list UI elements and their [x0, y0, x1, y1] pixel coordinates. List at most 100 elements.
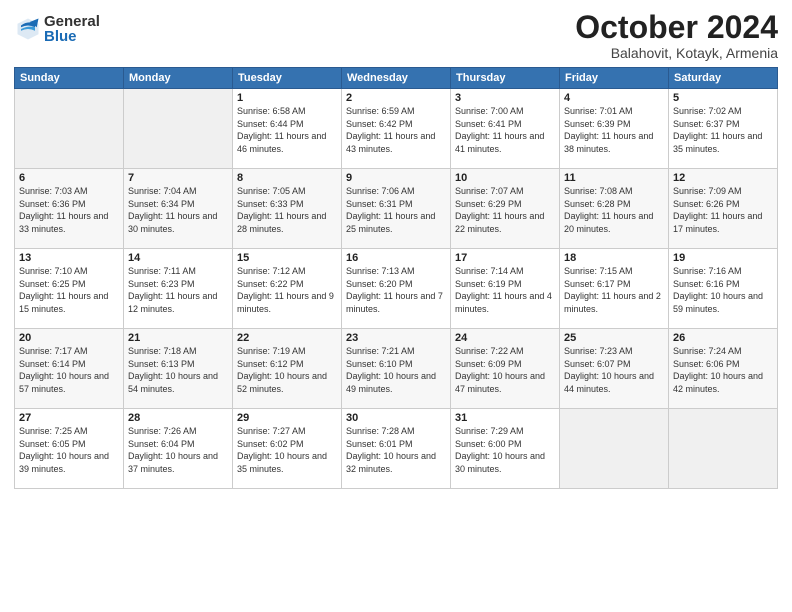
calendar-cell: 11Sunrise: 7:08 AMSunset: 6:28 PMDayligh… [560, 169, 669, 249]
day-detail: Sunrise: 7:10 AMSunset: 6:25 PMDaylight:… [19, 265, 119, 315]
day-number: 4 [564, 92, 664, 104]
day-detail: Sunrise: 7:21 AMSunset: 6:10 PMDaylight:… [346, 345, 446, 395]
weekday-header-tuesday: Tuesday [233, 68, 342, 89]
day-detail: Sunrise: 7:17 AMSunset: 6:14 PMDaylight:… [19, 345, 119, 395]
calendar-week-row: 13Sunrise: 7:10 AMSunset: 6:25 PMDayligh… [15, 249, 778, 329]
day-detail: Sunrise: 7:02 AMSunset: 6:37 PMDaylight:… [673, 105, 773, 155]
day-detail: Sunrise: 7:18 AMSunset: 6:13 PMDaylight:… [128, 345, 228, 395]
day-number: 1 [237, 92, 337, 104]
calendar-week-row: 27Sunrise: 7:25 AMSunset: 6:05 PMDayligh… [15, 409, 778, 489]
logo-icon [14, 15, 42, 43]
day-number: 5 [673, 92, 773, 104]
calendar-cell: 27Sunrise: 7:25 AMSunset: 6:05 PMDayligh… [15, 409, 124, 489]
logo: General Blue [14, 14, 100, 44]
day-number: 23 [346, 332, 446, 344]
calendar-cell: 30Sunrise: 7:28 AMSunset: 6:01 PMDayligh… [342, 409, 451, 489]
title-block: October 2024 Balahovit, Kotayk, Armenia [575, 10, 778, 61]
day-detail: Sunrise: 7:25 AMSunset: 6:05 PMDaylight:… [19, 425, 119, 475]
calendar-cell: 12Sunrise: 7:09 AMSunset: 6:26 PMDayligh… [669, 169, 778, 249]
calendar-cell: 15Sunrise: 7:12 AMSunset: 6:22 PMDayligh… [233, 249, 342, 329]
calendar-cell: 8Sunrise: 7:05 AMSunset: 6:33 PMDaylight… [233, 169, 342, 249]
day-number: 3 [455, 92, 555, 104]
day-number: 22 [237, 332, 337, 344]
calendar-cell: 1Sunrise: 6:58 AMSunset: 6:44 PMDaylight… [233, 89, 342, 169]
calendar-cell [669, 409, 778, 489]
location-subtitle: Balahovit, Kotayk, Armenia [575, 45, 778, 61]
day-number: 17 [455, 252, 555, 264]
day-number: 28 [128, 412, 228, 424]
calendar-cell: 16Sunrise: 7:13 AMSunset: 6:20 PMDayligh… [342, 249, 451, 329]
weekday-header-thursday: Thursday [451, 68, 560, 89]
calendar-cell: 25Sunrise: 7:23 AMSunset: 6:07 PMDayligh… [560, 329, 669, 409]
day-detail: Sunrise: 7:03 AMSunset: 6:36 PMDaylight:… [19, 185, 119, 235]
calendar-cell: 21Sunrise: 7:18 AMSunset: 6:13 PMDayligh… [124, 329, 233, 409]
logo-text: General Blue [44, 14, 100, 44]
day-number: 19 [673, 252, 773, 264]
day-number: 15 [237, 252, 337, 264]
day-number: 10 [455, 172, 555, 184]
day-number: 31 [455, 412, 555, 424]
calendar-cell: 31Sunrise: 7:29 AMSunset: 6:00 PMDayligh… [451, 409, 560, 489]
day-detail: Sunrise: 7:12 AMSunset: 6:22 PMDaylight:… [237, 265, 337, 315]
calendar-cell: 5Sunrise: 7:02 AMSunset: 6:37 PMDaylight… [669, 89, 778, 169]
day-number: 20 [19, 332, 119, 344]
calendar-table: SundayMondayTuesdayWednesdayThursdayFrid… [14, 67, 778, 489]
day-detail: Sunrise: 7:06 AMSunset: 6:31 PMDaylight:… [346, 185, 446, 235]
day-detail: Sunrise: 7:28 AMSunset: 6:01 PMDaylight:… [346, 425, 446, 475]
day-detail: Sunrise: 7:04 AMSunset: 6:34 PMDaylight:… [128, 185, 228, 235]
weekday-header-sunday: Sunday [15, 68, 124, 89]
day-number: 25 [564, 332, 664, 344]
calendar-cell: 23Sunrise: 7:21 AMSunset: 6:10 PMDayligh… [342, 329, 451, 409]
calendar-cell: 7Sunrise: 7:04 AMSunset: 6:34 PMDaylight… [124, 169, 233, 249]
day-number: 6 [19, 172, 119, 184]
day-detail: Sunrise: 7:14 AMSunset: 6:19 PMDaylight:… [455, 265, 555, 315]
day-detail: Sunrise: 7:15 AMSunset: 6:17 PMDaylight:… [564, 265, 664, 315]
calendar-cell: 22Sunrise: 7:19 AMSunset: 6:12 PMDayligh… [233, 329, 342, 409]
day-detail: Sunrise: 7:22 AMSunset: 6:09 PMDaylight:… [455, 345, 555, 395]
month-title: October 2024 [575, 10, 778, 45]
page: General Blue October 2024 Balahovit, Kot… [0, 0, 792, 612]
day-number: 2 [346, 92, 446, 104]
weekday-header-wednesday: Wednesday [342, 68, 451, 89]
calendar-cell: 18Sunrise: 7:15 AMSunset: 6:17 PMDayligh… [560, 249, 669, 329]
day-number: 26 [673, 332, 773, 344]
calendar-cell: 28Sunrise: 7:26 AMSunset: 6:04 PMDayligh… [124, 409, 233, 489]
day-detail: Sunrise: 7:07 AMSunset: 6:29 PMDaylight:… [455, 185, 555, 235]
day-number: 24 [455, 332, 555, 344]
calendar-cell: 10Sunrise: 7:07 AMSunset: 6:29 PMDayligh… [451, 169, 560, 249]
day-number: 7 [128, 172, 228, 184]
day-number: 29 [237, 412, 337, 424]
day-detail: Sunrise: 7:16 AMSunset: 6:16 PMDaylight:… [673, 265, 773, 315]
day-detail: Sunrise: 6:59 AMSunset: 6:42 PMDaylight:… [346, 105, 446, 155]
header: General Blue October 2024 Balahovit, Kot… [14, 10, 778, 61]
day-detail: Sunrise: 7:26 AMSunset: 6:04 PMDaylight:… [128, 425, 228, 475]
day-detail: Sunrise: 7:29 AMSunset: 6:00 PMDaylight:… [455, 425, 555, 475]
day-detail: Sunrise: 6:58 AMSunset: 6:44 PMDaylight:… [237, 105, 337, 155]
day-detail: Sunrise: 7:19 AMSunset: 6:12 PMDaylight:… [237, 345, 337, 395]
calendar-cell: 14Sunrise: 7:11 AMSunset: 6:23 PMDayligh… [124, 249, 233, 329]
day-detail: Sunrise: 7:09 AMSunset: 6:26 PMDaylight:… [673, 185, 773, 235]
day-number: 30 [346, 412, 446, 424]
day-detail: Sunrise: 7:08 AMSunset: 6:28 PMDaylight:… [564, 185, 664, 235]
day-number: 21 [128, 332, 228, 344]
calendar-cell: 6Sunrise: 7:03 AMSunset: 6:36 PMDaylight… [15, 169, 124, 249]
day-detail: Sunrise: 7:11 AMSunset: 6:23 PMDaylight:… [128, 265, 228, 315]
calendar-cell: 24Sunrise: 7:22 AMSunset: 6:09 PMDayligh… [451, 329, 560, 409]
day-number: 8 [237, 172, 337, 184]
calendar-cell: 4Sunrise: 7:01 AMSunset: 6:39 PMDaylight… [560, 89, 669, 169]
calendar-cell [15, 89, 124, 169]
calendar-cell [124, 89, 233, 169]
calendar-cell: 19Sunrise: 7:16 AMSunset: 6:16 PMDayligh… [669, 249, 778, 329]
calendar-cell: 9Sunrise: 7:06 AMSunset: 6:31 PMDaylight… [342, 169, 451, 249]
weekday-header-friday: Friday [560, 68, 669, 89]
calendar-cell [560, 409, 669, 489]
calendar-week-row: 20Sunrise: 7:17 AMSunset: 6:14 PMDayligh… [15, 329, 778, 409]
day-number: 14 [128, 252, 228, 264]
day-detail: Sunrise: 7:23 AMSunset: 6:07 PMDaylight:… [564, 345, 664, 395]
calendar-cell: 26Sunrise: 7:24 AMSunset: 6:06 PMDayligh… [669, 329, 778, 409]
logo-blue: Blue [44, 29, 100, 44]
day-number: 11 [564, 172, 664, 184]
logo-general: General [44, 14, 100, 29]
calendar-cell: 3Sunrise: 7:00 AMSunset: 6:41 PMDaylight… [451, 89, 560, 169]
weekday-header-monday: Monday [124, 68, 233, 89]
